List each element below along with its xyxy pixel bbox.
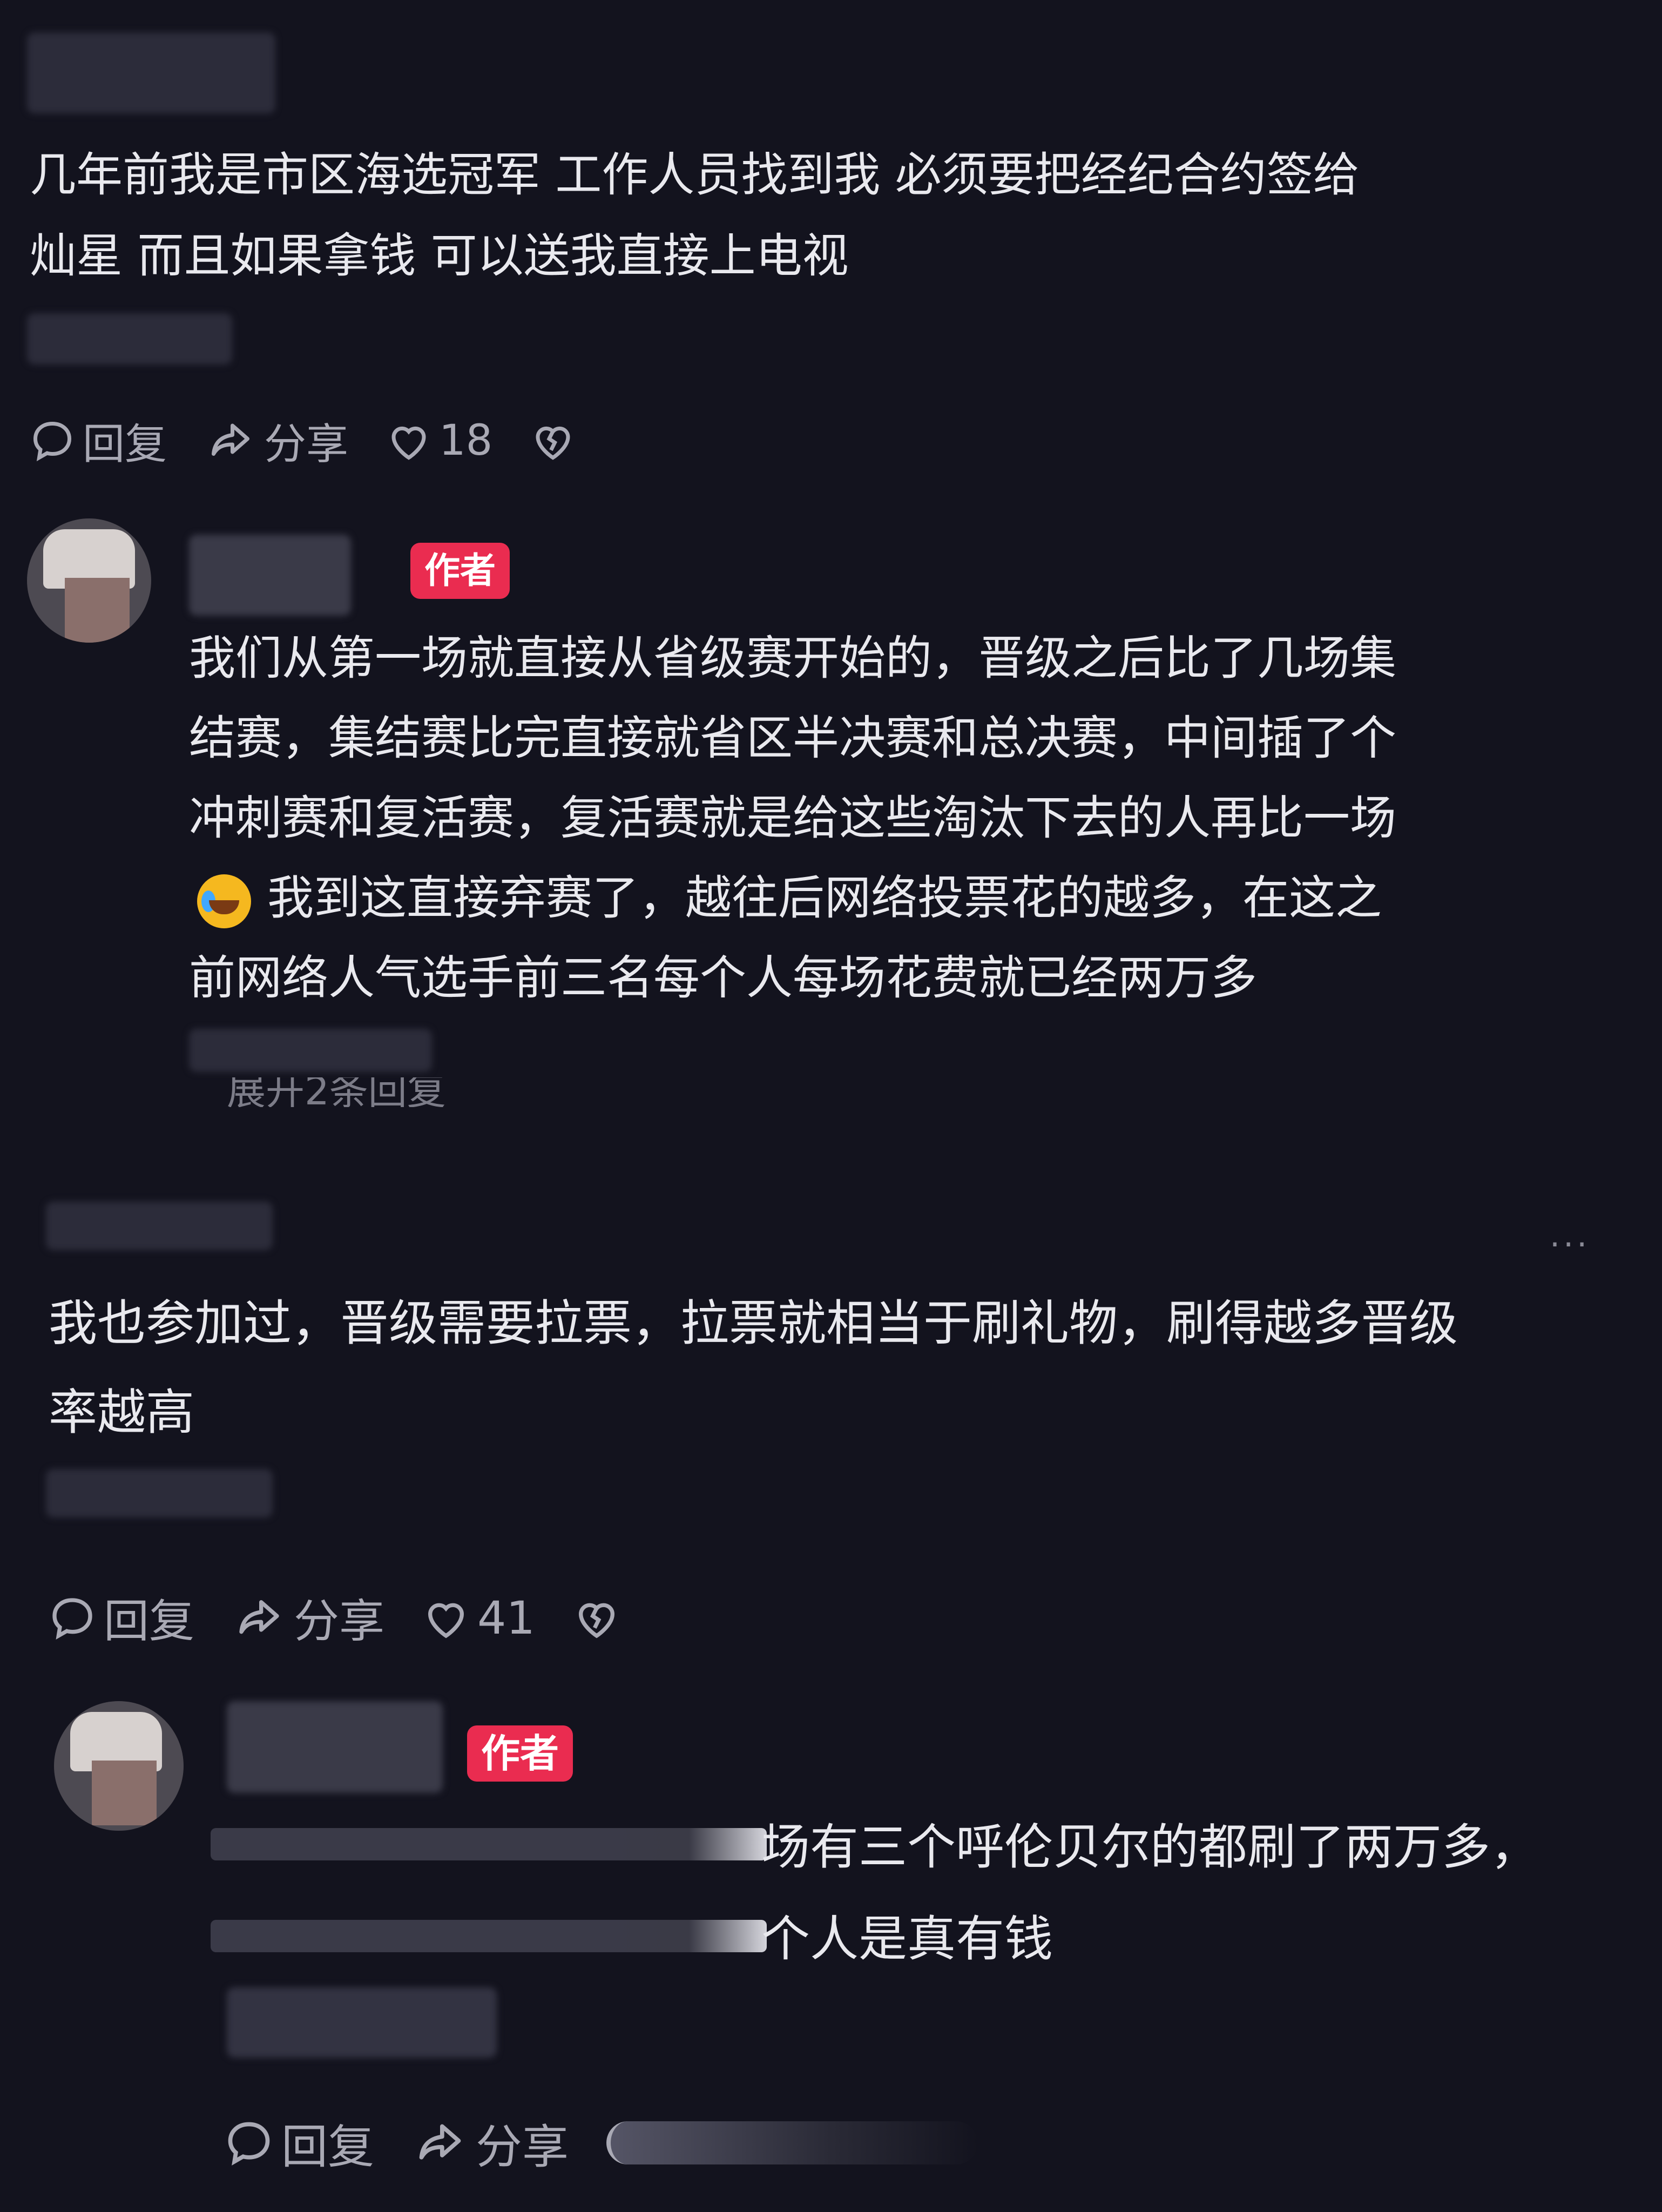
reply-label: 回复 (104, 1595, 195, 1648)
heart-icon (428, 1603, 464, 1638)
comment-text-line: 率越高 (49, 1384, 194, 1441)
avatar[interactable] (27, 518, 151, 643)
author-badge: 作者 (410, 543, 510, 599)
broken-heart-icon (578, 1603, 614, 1638)
like-button[interactable]: 41 (422, 1591, 535, 1644)
reply-label: 回复 (281, 2120, 374, 2174)
comment-text-line: 我们从第一场就直接从省级赛开始的，晋级之后比了几场集 (189, 631, 1396, 685)
author-badge: 作者 (467, 1725, 573, 1782)
share-button[interactable]: 分享 (412, 2109, 569, 2176)
comment-text-line: 几年前我是市区海选冠军 工作人员找到我 必须要把经纪合约签给 (30, 148, 1360, 202)
more-options-icon[interactable]: ··· (1550, 1226, 1590, 1264)
timestamp-blurred (46, 1469, 273, 1518)
comment-actions: 回复 分享 41 (49, 1585, 666, 1650)
reply-label: 回复 (83, 420, 167, 469)
like-count: 18 (439, 416, 493, 465)
broken-heart-icon (536, 426, 570, 460)
dislike-button[interactable] (530, 418, 583, 463)
comment-divider (0, 1107, 1662, 1129)
heart-icon (391, 426, 426, 460)
comment-text-line: 灿星 而且如果拿钱 可以送我直接上电视 (30, 229, 849, 283)
laugh-cry-emoji-icon (197, 874, 251, 928)
like-button[interactable]: 18 (386, 416, 492, 465)
blurred-text-line (211, 1920, 767, 1952)
username-blurred (27, 32, 275, 113)
timestamp-blurred (227, 1987, 497, 2058)
username-blurred (46, 1202, 273, 1250)
reply-button[interactable]: 回复 (30, 410, 167, 471)
avatar[interactable] (54, 1701, 184, 1831)
blurred-text-line (211, 1828, 767, 1860)
share-icon (239, 1600, 279, 1634)
username-blurred (227, 1701, 443, 1793)
expand-replies-link[interactable]: 展开2条回复 (227, 1077, 497, 1110)
share-button[interactable]: 分享 (205, 410, 348, 471)
share-icon (419, 2124, 461, 2160)
reply-icon (33, 421, 72, 462)
reply-button[interactable]: 回复 (49, 1585, 194, 1650)
share-button[interactable]: 分享 (232, 1585, 384, 1650)
comment-text-line: 我到这直接弃赛了，越往后网络投票花的越多，在这之 (267, 871, 1382, 925)
timestamp-blurred (27, 313, 232, 365)
reply-button[interactable]: 回复 (224, 2109, 374, 2176)
dislike-button[interactable] (573, 1594, 628, 1642)
like-blurred (606, 2121, 978, 2164)
comment-text-line: 我到这直接弃赛了，越往后网络投票花的越多，在这之 (197, 858, 1382, 938)
comment-text-line: 个人是真有钱 (761, 1911, 1053, 1967)
reply-icon (228, 2122, 270, 2166)
comment-text-line: 冲刺赛和复活赛，复活赛就是给这些淘汰下去的人再比一场 (189, 791, 1396, 845)
comment-actions: 回复 分享 18 (30, 410, 621, 471)
comment-text-line: 结赛，集结赛比完直接就省区半决赛和总决赛，中间插了个 (189, 711, 1396, 765)
timestamp-blurred (189, 1029, 432, 1072)
share-label: 分享 (294, 1595, 385, 1648)
like-button[interactable] (606, 2121, 978, 2164)
comment-text-line: 我也参加过，晋级需要拉票，拉票就相当于刷礼物，刷得越多晋级 (49, 1295, 1458, 1352)
comment-actions: 回复 分享 (224, 2109, 1016, 2176)
share-icon (212, 423, 250, 456)
reply-icon (52, 1597, 92, 1640)
username-blurred (189, 535, 351, 616)
like-count: 41 (477, 1591, 535, 1644)
comment-text-line: 场有三个呼伦贝尔的都刷了两万多， (761, 1819, 1539, 1876)
comment-text-line: 前网络人气选手前三名每个人每场花费就已经两万多 (189, 951, 1257, 1005)
share-label: 分享 (476, 2120, 569, 2174)
expand-replies-label: 展开2条回复 (227, 1077, 446, 1110)
share-label: 分享 (264, 420, 349, 469)
